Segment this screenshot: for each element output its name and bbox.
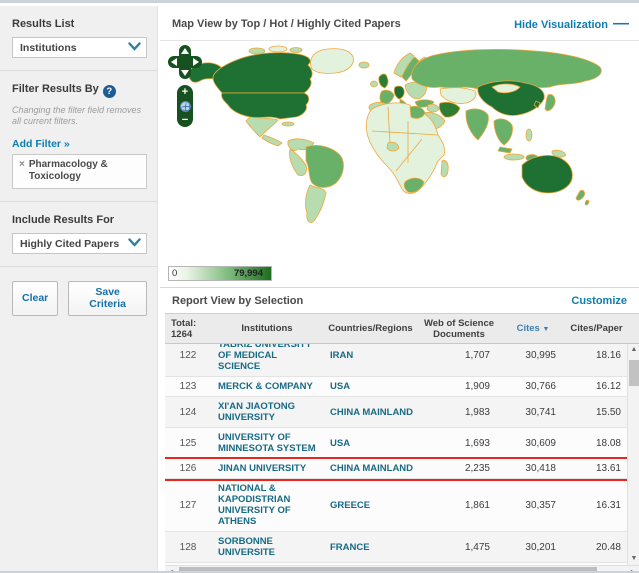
country-link[interactable]: GREECE: [323, 496, 418, 515]
world-map-visualization: + − 0 79,994: [160, 41, 639, 288]
filter-results-section: Filter Results By? Changing the filter f…: [0, 71, 157, 202]
map-pan-control[interactable]: [168, 45, 202, 79]
country-uk: [379, 74, 388, 88]
institution-link[interactable]: NATIONAL & KAPODISTRIAN UNIVERSITY OF AT…: [211, 479, 323, 531]
filter-results-label: Filter Results By?: [12, 83, 147, 98]
column-header-cites-per-paper[interactable]: Cites/Paper: [566, 323, 627, 334]
total-count: Total: 1264: [165, 318, 211, 340]
column-header-cites-sorted[interactable]: Cites ▼: [500, 323, 566, 335]
country-canada: [213, 53, 312, 93]
country-link[interactable]: USA: [323, 377, 418, 396]
include-results-value: Highly Cited Papers: [20, 238, 119, 250]
zoom-in-button[interactable]: +: [182, 87, 188, 97]
table-body: 122 TABRIZ UNIVERSITY OF MEDICAL SCIENCE…: [165, 344, 627, 565]
table-row[interactable]: 123 MERCK & COMPANY USA 1,909 30,766 16.…: [165, 377, 627, 397]
world-map-choropleth[interactable]: [160, 43, 634, 257]
filter-tag: × Pharmacology & Toxicology: [12, 154, 147, 189]
institution-link[interactable]: JINAN UNIVERSITY: [211, 459, 323, 478]
vertical-scrollbar[interactable]: ▲ ▼: [627, 344, 639, 565]
main-panel: Map View by Top / Hot / Highly Cited Pap…: [160, 6, 639, 571]
country-usa: [221, 93, 308, 119]
country-iran: [439, 102, 460, 117]
filters-sidebar: Results List Institutions Filter Results…: [0, 6, 158, 571]
map-view-header: Map View by Top / Hot / Highly Cited Pap…: [160, 6, 639, 41]
table-row[interactable]: 124 XI'AN JIAOTONG UNIVERSITY CHINA MAIN…: [165, 397, 627, 428]
country-mexico: [246, 117, 278, 137]
remove-filter-icon[interactable]: ×: [19, 159, 25, 183]
country-link[interactable]: USA: [323, 434, 418, 453]
include-results-select[interactable]: Highly Cited Papers: [12, 233, 147, 254]
chevron-down-icon: [128, 42, 141, 54]
country-brazil: [306, 145, 343, 187]
filter-note: Changing the filter field removes all cu…: [12, 105, 147, 127]
include-results-label: Include Results For: [12, 214, 147, 226]
country-india: [466, 109, 488, 140]
country-egypt: [410, 106, 425, 118]
institution-link[interactable]: TABRIZ UNIVERSITY OF MEDICAL SCIENCE: [211, 344, 323, 376]
horizontal-scrollbar[interactable]: ◄ ►: [165, 565, 639, 573]
help-icon[interactable]: ?: [103, 85, 116, 98]
institution-link[interactable]: XI'AN JIAOTONG UNIVERSITY: [211, 397, 323, 427]
institution-link[interactable]: UNIVERSITY OF MINNESOTA SYSTEM: [211, 428, 323, 458]
vertical-scroll-thumb[interactable]: [629, 360, 639, 386]
clear-button[interactable]: Clear: [12, 281, 58, 316]
column-header-countries[interactable]: Countries/Regions: [323, 323, 418, 334]
pan-down-icon[interactable]: [181, 70, 189, 76]
customize-link[interactable]: Customize: [571, 295, 627, 307]
scroll-down-icon[interactable]: ▼: [628, 553, 639, 565]
country-australia: [522, 155, 572, 193]
report-view-title: Report View by Selection: [172, 295, 303, 307]
country-japan: [545, 94, 555, 110]
include-results-section: Include Results For Highly Cited Papers: [0, 202, 157, 267]
country-link[interactable]: IRAN: [323, 346, 418, 365]
sort-desc-icon: ▼: [542, 326, 549, 333]
globe-reset-icon[interactable]: [180, 101, 191, 112]
pan-left-icon[interactable]: [171, 58, 177, 66]
country-germany: [394, 86, 404, 99]
scroll-up-icon[interactable]: ▲: [628, 344, 639, 356]
collapse-icon[interactable]: —: [613, 15, 629, 32]
country-link[interactable]: FRANCE: [323, 538, 418, 557]
table-row[interactable]: 127 NATIONAL & KAPODISTRIAN UNIVERSITY O…: [165, 479, 627, 532]
table-header-row: Total: 1264 Institutions Countries/Regio…: [165, 313, 639, 344]
legend-max-value: 79,994: [234, 268, 263, 279]
scroll-right-icon[interactable]: ►: [627, 566, 639, 573]
results-list-section: Results List Institutions: [0, 6, 157, 71]
institution-link[interactable]: MERCK & COMPANY: [211, 377, 323, 396]
table-row[interactable]: 122 TABRIZ UNIVERSITY OF MEDICAL SCIENCE…: [165, 344, 627, 377]
save-criteria-button[interactable]: Save Criteria: [68, 281, 147, 316]
sidebar-actions: Clear Save Criteria: [0, 267, 157, 328]
results-table: Total: 1264 Institutions Countries/Regio…: [165, 313, 639, 573]
map-countries[interactable]: [188, 46, 601, 223]
report-view-header: Report View by Selection Customize: [160, 288, 639, 313]
institution-link[interactable]: SORBONNE UNIVERSITE: [211, 532, 323, 562]
chevron-down-icon: [128, 238, 141, 250]
pan-up-icon[interactable]: [181, 48, 189, 54]
results-list-value: Institutions: [20, 42, 77, 54]
scroll-left-icon[interactable]: ◄: [165, 566, 177, 573]
add-filter-link[interactable]: Add Filter »: [12, 138, 70, 150]
country-link[interactable]: CHINA MAINLAND: [323, 403, 418, 422]
table-row[interactable]: 125 UNIVERSITY OF MINNESOTA SYSTEM USA 1…: [165, 428, 627, 459]
table-row[interactable]: 128 SORBONNE UNIVERSITE FRANCE 1,475 30,…: [165, 532, 627, 563]
esi-results-page: Results List Institutions Filter Results…: [0, 0, 639, 573]
country-new-zealand: [576, 190, 585, 200]
country-link[interactable]: CHINA MAINLAND: [323, 459, 418, 478]
hide-visualization-link[interactable]: Hide Visualization: [514, 19, 608, 31]
zoom-out-button[interactable]: −: [182, 115, 188, 125]
column-header-institutions[interactable]: Institutions: [211, 323, 323, 334]
choropleth-legend: 0 79,994: [168, 266, 272, 281]
table-row-highlighted[interactable]: 126 JINAN UNIVERSITY CHINA MAINLAND 2,23…: [165, 459, 627, 479]
country-south-africa: [404, 178, 424, 192]
results-list-label: Results List: [12, 18, 147, 30]
legend-min-value: 0: [172, 268, 177, 279]
filter-tag-label: Pharmacology & Toxicology: [29, 159, 140, 183]
map-view-title: Map View by Top / Hot / Highly Cited Pap…: [172, 18, 401, 30]
horizontal-scroll-thumb[interactable]: [179, 567, 597, 573]
pan-right-icon[interactable]: [193, 58, 199, 66]
column-header-documents[interactable]: Web of Science Documents: [418, 318, 500, 340]
map-zoom-control[interactable]: + −: [177, 85, 193, 127]
results-list-select[interactable]: Institutions: [12, 37, 147, 58]
country-greenland: [310, 49, 353, 74]
